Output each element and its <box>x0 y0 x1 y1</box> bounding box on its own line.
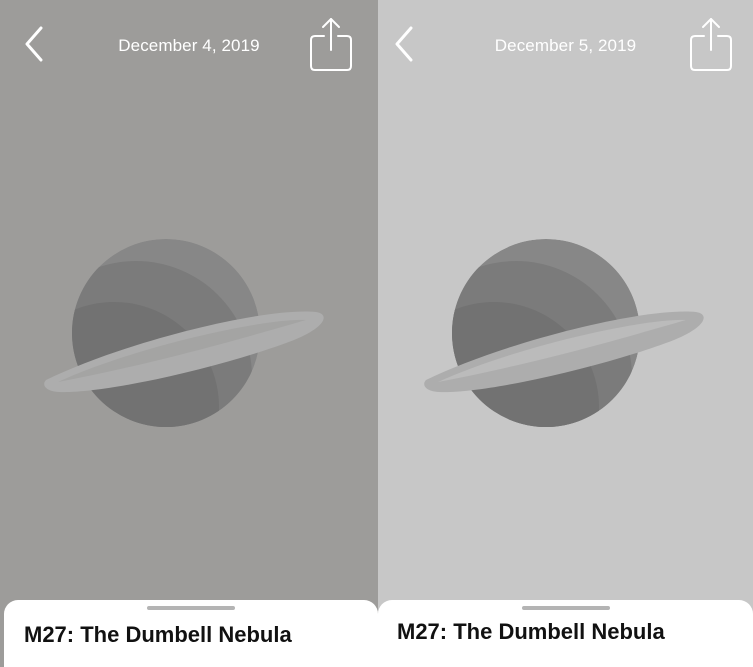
item-title: M27: The Dumbell Nebula <box>397 619 665 644</box>
sheet-grabber[interactable] <box>521 606 610 610</box>
date-title: December 4, 2019 <box>118 36 260 55</box>
navigation-bar: December 5, 2019 <box>378 0 753 90</box>
share-icon <box>690 18 732 71</box>
planet-icon <box>44 239 324 427</box>
navigation-bar: December 4, 2019 <box>0 0 378 90</box>
bottom-sheet[interactable]: M27: The Dumbell Nebula <box>378 600 753 667</box>
detail-screen-left: December 4, 2019 M27: The Dumbell Nebula <box>0 0 378 667</box>
item-title: M27: The Dumbell Nebula <box>24 622 292 647</box>
detail-screen-right: December 5, 2019 M27: The Dumbell Nebula <box>378 0 753 667</box>
share-button[interactable] <box>309 16 353 72</box>
chevron-left-icon <box>395 26 413 62</box>
bottom-sheet[interactable]: M27: The Dumbell Nebula <box>4 600 378 667</box>
planet-icon <box>423 239 704 427</box>
chevron-left-icon <box>25 26 43 62</box>
sheet-grabber[interactable] <box>147 606 235 610</box>
share-icon <box>310 18 352 71</box>
share-button[interactable] <box>689 16 733 72</box>
date-title: December 5, 2019 <box>494 36 637 55</box>
back-button[interactable] <box>388 24 420 64</box>
back-button[interactable] <box>18 24 50 64</box>
